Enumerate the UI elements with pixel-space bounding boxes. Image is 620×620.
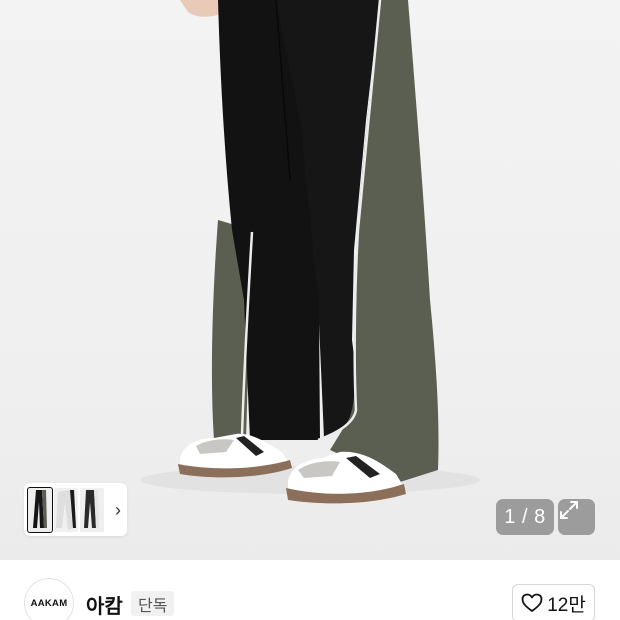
brand-bar: AAKAM 아캄 단독 12만 [0, 560, 620, 620]
product-photo-pants [140, 0, 480, 504]
heart-outline-icon [521, 593, 543, 612]
thumbnail-black-pants[interactable] [27, 486, 53, 533]
brand-logo[interactable]: AAKAM [24, 578, 74, 620]
exclusive-badge: 단독 [131, 591, 175, 616]
brand-name[interactable]: 아캄 [86, 590, 123, 619]
expand-image-button[interactable] [558, 499, 595, 535]
thumbnail-white-pants[interactable] [54, 487, 78, 532]
thumbnail-grey-pants[interactable] [80, 487, 104, 532]
image-page-counter: 1 / 8 [496, 499, 554, 535]
like-button[interactable]: 12만 [512, 584, 595, 620]
like-count: 12만 [547, 594, 586, 616]
product-image[interactable]: › 1 / 8 [0, 0, 620, 560]
thumbnail-strip: › [24, 483, 127, 536]
expand-arrows-icon [560, 501, 578, 519]
chevron-right-icon[interactable]: › [115, 501, 121, 519]
brand-logo-text: AAKAM [30, 597, 68, 609]
